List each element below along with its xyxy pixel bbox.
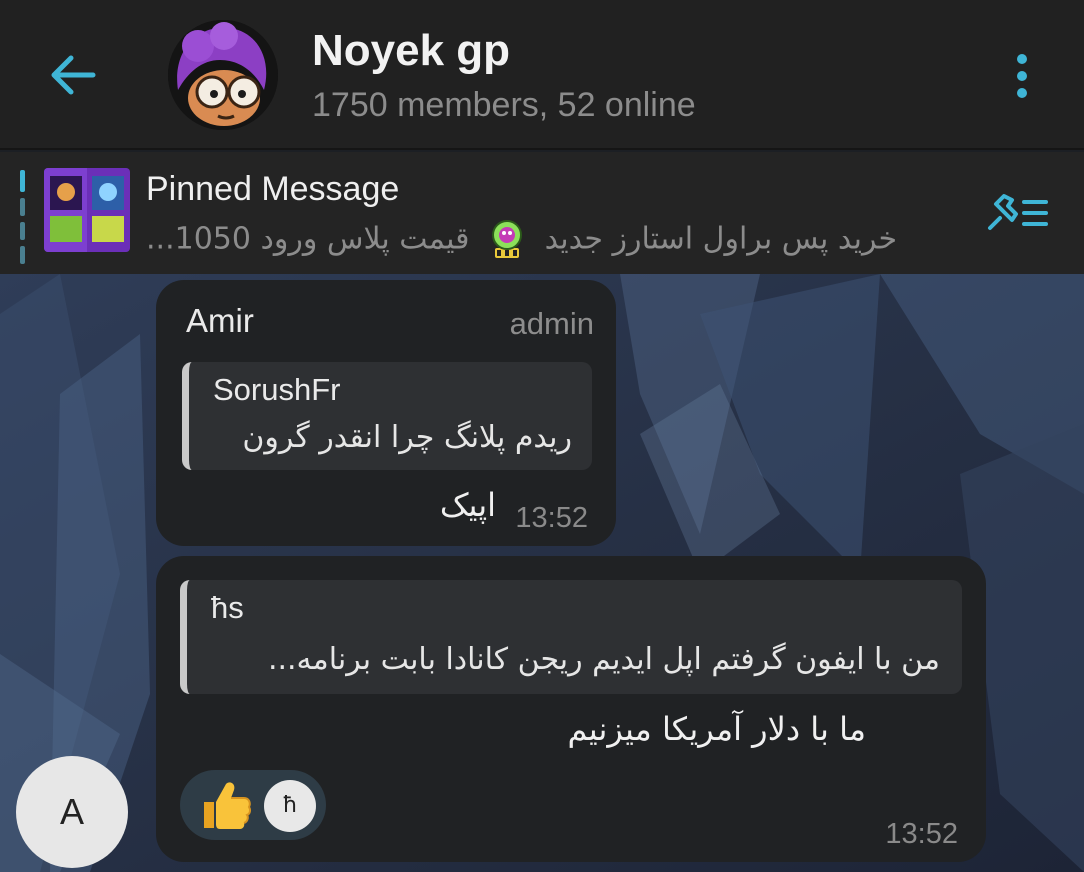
pinned-preview-text: خرید پس براول استارز جدید [544,221,898,257]
pinned-message-bar[interactable]: Pinned Message قیمت پلاس ورود 1050... خر… [0,152,1084,274]
pinned-list-button[interactable] [982,190,1054,236]
chat-header: Noyek gp 1750 members, 52 online [0,0,1084,150]
thumbs-up-icon [196,776,254,834]
back-button[interactable] [40,45,104,105]
message-bubble[interactable]: ħs من با ایفون گرفتم اپل ایدیم ریجن کانا… [156,556,986,862]
pinned-thumbnail [44,168,130,252]
message-time: 13:52 [885,818,958,850]
game-character-icon [487,218,527,262]
more-menu-button[interactable] [1000,48,1044,104]
pin-position-indicator [20,170,26,264]
more-vertical-icon [1017,54,1027,64]
pinned-preview: قیمت پلاس ورود 1050... خرید پس براول است… [146,218,966,264]
reply-text: ریدم پلانگ چرا انقدر گرون [242,420,572,455]
reply-text: من با ایفون گرفتم اپل ایدیم ریجن کانادا … [267,642,940,677]
sender-avatar[interactable]: A [16,756,128,868]
sender-name[interactable]: Amir [186,302,254,340]
reactor-avatar[interactable]: ħ [264,780,316,832]
pinned-list-icon [988,194,1048,230]
admin-badge: admin [509,306,594,341]
pinned-preview-price: قیمت پلاس ورود 1050... [146,221,470,257]
reply-quote[interactable]: SorushFr ریدم پلانگ چرا انقدر گرون [182,362,592,470]
member-count: 1750 members, 52 online [312,86,696,124]
chat-title[interactable]: Noyek gp [312,26,510,76]
reply-sender: ħs [211,590,244,625]
pinned-title: Pinned Message [146,170,400,208]
message-text: اپیک [439,486,496,524]
message-text: ما با دلار آمریکا میزنیم [567,710,866,748]
message-bubble[interactable]: Amir admin SorushFr ریدم پلانگ چرا انقدر… [156,280,616,546]
chat-area[interactable]: Amir admin SorushFr ریدم پلانگ چرا انقدر… [0,274,1084,872]
reply-quote[interactable]: ħs من با ایفون گرفتم اپل ایدیم ریجن کانا… [180,580,962,694]
reply-sender: SorushFr [213,372,341,407]
group-avatar[interactable] [168,20,278,130]
message-time: 13:52 [515,502,588,534]
reaction-chip[interactable]: ħ [180,770,326,840]
arrow-left-icon [51,55,96,95]
